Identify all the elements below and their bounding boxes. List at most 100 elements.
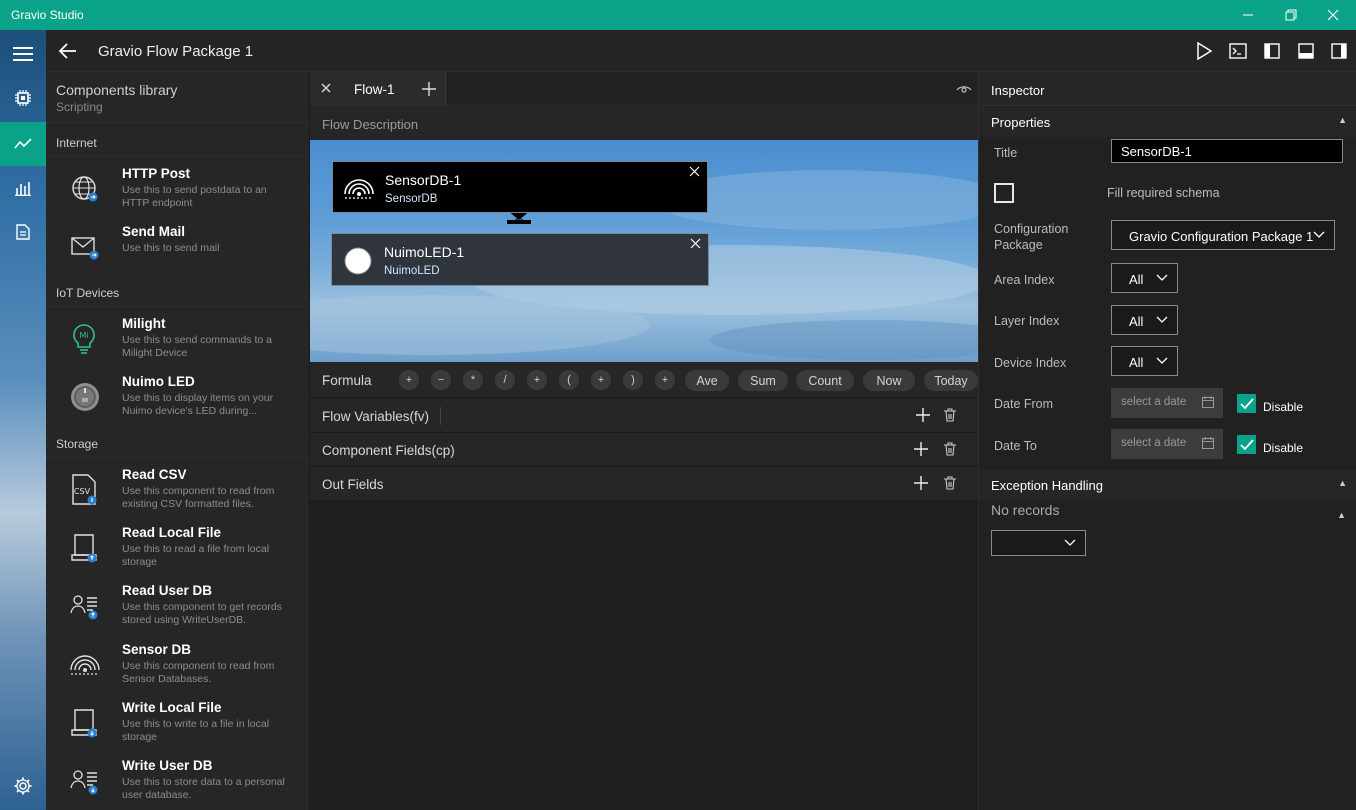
toggle-left-panel-button[interactable]: [1261, 40, 1283, 62]
app-header: Gravio Flow Package 1: [46, 30, 1356, 72]
components-library: Components library Scripting Internet HT…: [46, 72, 310, 810]
flow-node-sensordb[interactable]: SensorDB-1 SensorDB: [332, 161, 708, 213]
function-button-today[interactable]: Today: [924, 370, 978, 391]
add-component-field-button[interactable]: [912, 440, 930, 458]
rail-data-button[interactable]: [0, 166, 46, 210]
device-index-dropdown[interactable]: All: [1111, 346, 1178, 376]
function-button-sum[interactable]: Sum: [738, 370, 788, 391]
flow-canvas[interactable]: SensorDB-1 SensorDB NuimoLED-1 NuimoLED: [310, 140, 978, 362]
operator-button[interactable]: +: [655, 370, 675, 390]
flow-description-bar[interactable]: Flow Description: [310, 106, 978, 140]
component-write-local-file[interactable]: Write Local File Use this to write to a …: [46, 694, 309, 750]
user-db-write-icon: [68, 764, 102, 798]
plus-icon: [914, 476, 928, 490]
tab-label: Flow-1: [354, 82, 395, 97]
delete-out-field-button[interactable]: [944, 476, 960, 492]
component-milight[interactable]: Mi Milight Use this to send commands to …: [46, 310, 309, 366]
function-button-count[interactable]: Count: [796, 370, 854, 391]
operator-button[interactable]: ): [623, 370, 643, 390]
operator-button[interactable]: /: [495, 370, 515, 390]
component-write-user-db[interactable]: Write User DB Use this to store data to …: [46, 752, 309, 808]
play-icon: [1197, 42, 1212, 60]
operator-button[interactable]: +: [527, 370, 547, 390]
operator-button[interactable]: *: [463, 370, 483, 390]
area-index-dropdown[interactable]: All: [1111, 263, 1178, 293]
component-name: Read CSV: [122, 467, 187, 482]
collapse-caret-icon[interactable]: ▲: [1337, 510, 1346, 520]
close-icon: [1327, 9, 1339, 21]
checkmark-icon: [1240, 439, 1254, 451]
layer-index-dropdown[interactable]: All: [1111, 305, 1178, 335]
rail-devices-button[interactable]: [0, 76, 46, 120]
document-icon: [16, 224, 30, 240]
milight-bulb-icon: Mi: [68, 322, 102, 356]
config-package-dropdown[interactable]: Gravio Configuration Package 1: [1111, 220, 1335, 250]
tab-flow-1[interactable]: Flow-1: [310, 72, 446, 106]
component-sensor-db[interactable]: Sensor DB Use this component to read fro…: [46, 636, 309, 692]
component-read-user-db[interactable]: Read User DB Use this component to get r…: [46, 577, 309, 633]
component-send-mail[interactable]: Send Mail Use this to send mail: [46, 218, 309, 274]
exception-handling-label: Exception Handling: [991, 478, 1104, 493]
rail-actions-button[interactable]: [0, 122, 46, 166]
divider: [46, 122, 309, 123]
plus-icon: [914, 442, 928, 456]
component-http-post[interactable]: HTTP Post Use this to send postdata to a…: [46, 160, 309, 216]
minimize-button[interactable]: [1225, 0, 1271, 30]
component-fields-label: Component Fields(cp): [322, 443, 455, 458]
chevron-down-icon: [1156, 274, 1168, 281]
function-button-now[interactable]: Now: [863, 370, 915, 391]
run-button[interactable]: [1193, 40, 1215, 62]
close-window-button[interactable]: [1310, 0, 1356, 30]
right-panel-icon: [1331, 43, 1347, 59]
close-tab-button[interactable]: [318, 80, 334, 96]
date-placeholder: select a date: [1121, 437, 1187, 449]
date-to-disable-checkbox[interactable]: [1237, 435, 1256, 454]
window-title: Gravio Studio: [11, 8, 84, 22]
operator-button[interactable]: −: [431, 370, 451, 390]
title-input[interactable]: SensorDB-1: [1111, 139, 1343, 163]
rail-settings-button[interactable]: [0, 764, 46, 808]
toggle-bottom-panel-button[interactable]: [1295, 40, 1317, 62]
node-name: SensorDB-1: [385, 172, 462, 188]
left-panel-icon: [1264, 43, 1280, 59]
console-button[interactable]: [1227, 40, 1249, 62]
back-button[interactable]: [56, 39, 80, 63]
operator-button[interactable]: (: [559, 370, 579, 390]
visibility-toggle[interactable]: [956, 82, 972, 96]
component-nuimo-led[interactable]: Nuimo LED Use this to display items on y…: [46, 368, 309, 424]
date-from-picker[interactable]: select a date: [1111, 388, 1223, 418]
divider: [46, 457, 309, 458]
date-to-picker[interactable]: select a date: [1111, 429, 1223, 459]
flow-node-nuimoled[interactable]: NuimoLED-1 NuimoLED: [331, 233, 709, 286]
restore-button[interactable]: [1268, 0, 1314, 30]
add-flow-variable-button[interactable]: [914, 406, 932, 424]
section-label-scripting: Scripting: [56, 100, 103, 114]
component-read-local-file[interactable]: Read Local File Use this to read a file …: [46, 519, 309, 575]
section-label-iot-devices: IoT Devices: [56, 286, 120, 300]
component-description: Use this to send postdata to an HTTP end…: [122, 184, 267, 209]
operator-button[interactable]: +: [591, 370, 611, 390]
add-out-field-button[interactable]: [912, 474, 930, 492]
remove-node-button[interactable]: [688, 236, 702, 250]
hamburger-menu-button[interactable]: [0, 32, 46, 76]
remove-node-button[interactable]: [687, 164, 701, 178]
function-button-ave[interactable]: Ave: [685, 370, 729, 391]
date-from-disable-checkbox[interactable]: [1237, 394, 1256, 413]
drive-read-icon: [68, 531, 102, 565]
fill-schema-checkbox[interactable]: [994, 183, 1014, 203]
close-icon: [689, 166, 699, 176]
delete-flow-variable-button[interactable]: [944, 408, 960, 424]
node-type: NuimoLED: [384, 265, 440, 277]
user-db-read-icon: [68, 589, 102, 623]
rail-reports-button[interactable]: [0, 210, 46, 254]
add-tab-button[interactable]: [418, 78, 440, 100]
exception-section-header[interactable]: Exception Handling ▲: [979, 470, 1356, 500]
toggle-right-panel-button[interactable]: [1328, 40, 1350, 62]
exception-dropdown[interactable]: [991, 530, 1086, 556]
node-type: SensorDB: [385, 193, 438, 205]
component-read-csv[interactable]: CSV Read CSV Use this component to read …: [46, 461, 309, 517]
properties-section-header[interactable]: Properties ▲: [979, 107, 1356, 137]
operator-button[interactable]: +: [399, 370, 419, 390]
delete-component-field-button[interactable]: [944, 442, 960, 458]
trash-icon: [944, 442, 956, 456]
